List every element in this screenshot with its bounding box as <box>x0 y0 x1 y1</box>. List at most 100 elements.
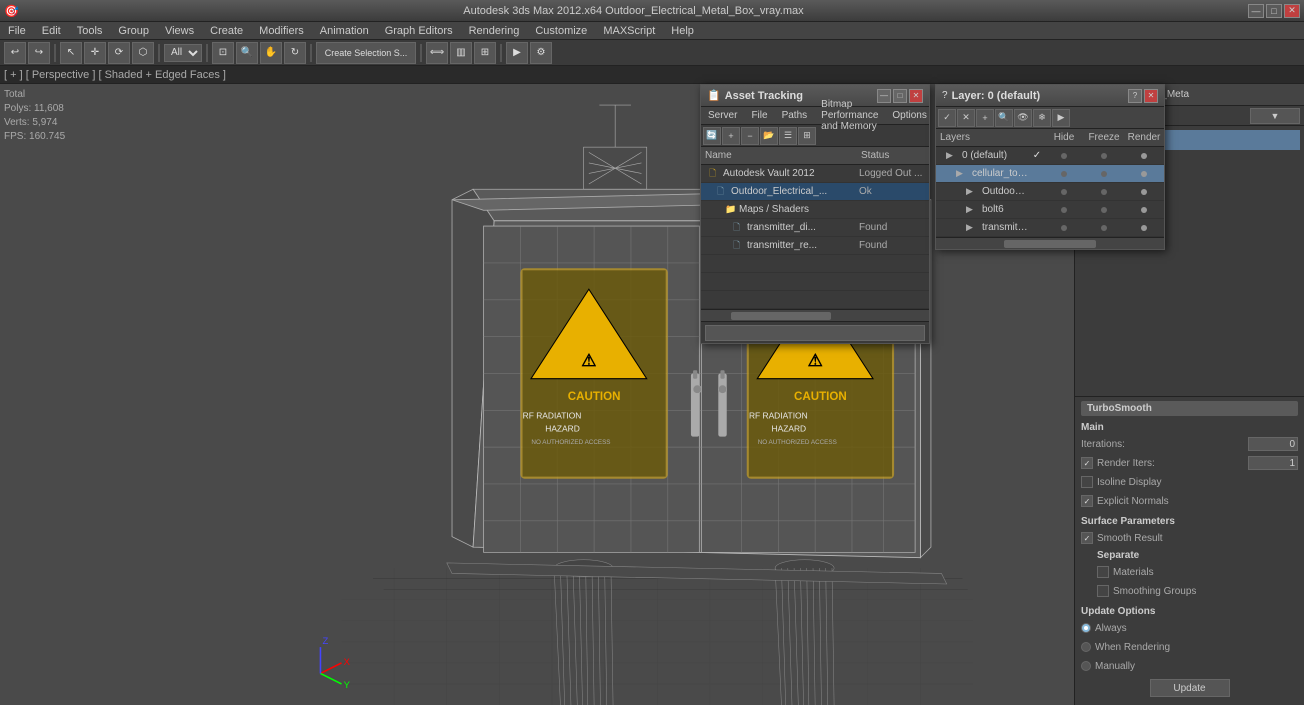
asset-menu-options[interactable]: Options <box>889 109 929 122</box>
asset-row-outdoor[interactable]: 🗋 Outdoor_Electrical_... Ok <box>701 183 929 201</box>
close-button[interactable]: ✕ <box>1284 4 1300 18</box>
undo-button[interactable]: ↩ <box>4 42 26 64</box>
layer-row-outdoor[interactable]: ▶ Outdoor_El...I_... <box>936 183 1164 201</box>
asset-close-button[interactable]: ✕ <box>909 89 923 103</box>
select-button[interactable]: ↖ <box>60 42 82 64</box>
turbosmooth-manually-radio[interactable] <box>1081 661 1091 671</box>
asset-menu-bitmap[interactable]: Bitmap Performance and Memory <box>818 98 881 133</box>
asset-menu-paths[interactable]: Paths <box>779 109 811 122</box>
asset-icon-maps: 📁 <box>725 204 737 215</box>
turbosmooth-render-iters-check[interactable]: ✓ <box>1081 457 1093 469</box>
asset-add-button[interactable]: + <box>722 127 740 145</box>
menu-rendering[interactable]: Rendering <box>465 24 524 38</box>
layer-row-cellular[interactable]: ▶ cellular_tower <box>936 165 1164 183</box>
layers-check-button[interactable]: ✓ <box>938 109 956 127</box>
menu-modifiers[interactable]: Modifiers <box>255 24 308 38</box>
named-sel-button[interactable]: Create Selection S... <box>316 42 416 64</box>
layers-find-button[interactable]: 🔍 <box>995 109 1013 127</box>
maximize-button[interactable]: □ <box>1266 4 1282 18</box>
layer-row-0-default[interactable]: ▶ 0 (default) ✓ <box>936 147 1164 165</box>
turbosmooth-smoothing-row: Smoothing Groups <box>1081 582 1298 600</box>
turbosmooth-explicit-check[interactable]: ✓ <box>1081 495 1093 507</box>
asset-menu-file[interactable]: File <box>748 109 770 122</box>
turbosmooth-when-rendering-radio[interactable] <box>1081 642 1091 652</box>
redo-button[interactable]: ↪ <box>28 42 50 64</box>
menu-group[interactable]: Group <box>114 24 153 38</box>
layer-icon-outdoor: ▶ <box>966 186 980 197</box>
scale-button[interactable]: ⬡ <box>132 42 154 64</box>
layers-delete-button[interactable]: ✕ <box>957 109 975 127</box>
asset-row-transmitter-di[interactable]: 🗋 transmitter_di... Found <box>701 219 929 237</box>
turbosmooth-always-radio[interactable] <box>1081 623 1091 633</box>
rotate-button[interactable]: ⟳ <box>108 42 130 64</box>
layers-panel-title: Layer: 0 (default) <box>952 90 1128 102</box>
modifier-list-dropdown[interactable]: ▼ <box>1250 108 1300 124</box>
layers-scrollbar[interactable] <box>936 237 1164 249</box>
arc-rotate-button[interactable]: ↻ <box>284 42 306 64</box>
menu-views[interactable]: Views <box>161 24 198 38</box>
move-button[interactable]: ✛ <box>84 42 106 64</box>
menu-help[interactable]: Help <box>667 24 698 38</box>
asset-name-transmitter-di: transmitter_di... <box>745 222 859 233</box>
turbosmooth-render-iters-input[interactable] <box>1248 456 1298 470</box>
svg-text:X: X <box>344 657 351 668</box>
turbosmooth-update-button[interactable]: Update <box>1150 679 1230 697</box>
menu-create[interactable]: Create <box>206 24 247 38</box>
asset-scrollbar[interactable] <box>701 309 929 321</box>
layers-col-name: Layers <box>936 132 1044 143</box>
window-controls[interactable]: — □ ✕ <box>1248 4 1300 18</box>
layers-hide-button[interactable]: 👁 <box>1014 109 1032 127</box>
render-button[interactable]: ▶ <box>506 42 528 64</box>
layers-freeze-button[interactable]: ❄ <box>1033 109 1051 127</box>
layer-render-outdoor <box>1124 189 1164 195</box>
menu-tools[interactable]: Tools <box>73 24 107 38</box>
menu-file[interactable]: File <box>4 24 30 38</box>
menu-graph-editors[interactable]: Graph Editors <box>381 24 457 38</box>
menu-animation[interactable]: Animation <box>316 24 373 38</box>
asset-maximize-button[interactable]: □ <box>893 89 907 103</box>
asset-menu-server[interactable]: Server <box>705 109 740 122</box>
layers-list[interactable]: ▶ 0 (default) ✓ ▶ cellular_tower ▶ Outdo… <box>936 147 1164 237</box>
layers-minimize-button[interactable]: ? <box>1128 89 1142 103</box>
asset-row-maps[interactable]: 📁 Maps / Shaders <box>701 201 929 219</box>
asset-remove-button[interactable]: − <box>741 127 759 145</box>
minimize-button[interactable]: — <box>1248 4 1264 18</box>
turbosmooth-isoline-check[interactable] <box>1081 476 1093 488</box>
svg-text:⚠: ⚠ <box>808 351 823 370</box>
align-button[interactable]: ▥ <box>450 42 472 64</box>
layer-row-transmitter[interactable]: ▶ transmitter <box>936 219 1164 237</box>
layers-close-button[interactable]: ✕ <box>1144 89 1158 103</box>
array-button[interactable]: ⊞ <box>474 42 496 64</box>
asset-path-input[interactable] <box>705 325 925 341</box>
mirror-button[interactable]: ⟺ <box>426 42 448 64</box>
menu-maxscript[interactable]: MAXScript <box>599 24 659 38</box>
render-settings-button[interactable]: ⚙ <box>530 42 552 64</box>
separate-label: Separate <box>1081 548 1298 563</box>
asset-grid-view-button[interactable]: ⊞ <box>798 127 816 145</box>
layers-render-button[interactable]: ▶ <box>1052 109 1070 127</box>
asset-icon-vault: 🗋 <box>709 166 721 182</box>
zoom-button[interactable]: 🔍 <box>236 42 258 64</box>
layers-scroll-thumb[interactable] <box>1004 240 1095 248</box>
asset-row-vault[interactable]: 🗋 Autodesk Vault 2012 Logged Out ... <box>701 165 929 183</box>
asset-list[interactable]: 🗋 Autodesk Vault 2012 Logged Out ... 🗋 O… <box>701 165 929 309</box>
zoom-extents-button[interactable]: ⊡ <box>212 42 234 64</box>
asset-row-transmitter-re[interactable]: 🗋 transmitter_re... Found <box>701 237 929 255</box>
asset-panel-controls[interactable]: — □ ✕ <box>877 89 923 103</box>
turbosmooth-iterations-input[interactable] <box>1248 437 1298 451</box>
layers-panel-controls[interactable]: ? ✕ <box>1128 89 1158 103</box>
pan-button[interactable]: ✋ <box>260 42 282 64</box>
asset-list-view-button[interactable]: ☰ <box>779 127 797 145</box>
asset-refresh-button[interactable]: 🔄 <box>703 127 721 145</box>
asset-scroll-thumb[interactable] <box>731 312 831 320</box>
asset-row-empty-1 <box>701 255 929 273</box>
asset-locate-button[interactable]: 📂 <box>760 127 778 145</box>
layer-row-bolt6[interactable]: ▶ bolt6 <box>936 201 1164 219</box>
turbosmooth-smoothing-check[interactable] <box>1097 585 1109 597</box>
menu-edit[interactable]: Edit <box>38 24 65 38</box>
layers-add-button[interactable]: + <box>976 109 994 127</box>
turbosmooth-materials-check[interactable] <box>1097 566 1109 578</box>
selection-filter-dropdown[interactable]: All <box>164 44 202 62</box>
turbosmooth-smooth-check[interactable]: ✓ <box>1081 532 1093 544</box>
menu-customize[interactable]: Customize <box>531 24 591 38</box>
